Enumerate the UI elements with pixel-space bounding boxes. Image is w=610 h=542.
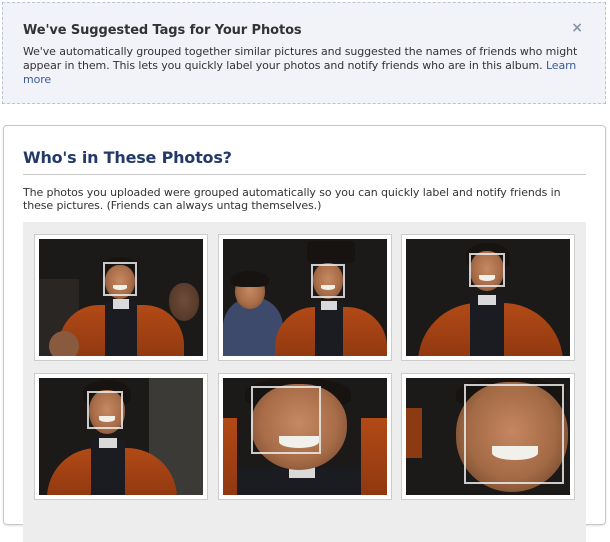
photo-image [223,378,387,495]
photo-grid [23,222,586,542]
photo-image [39,378,203,495]
gown-edge [361,418,387,495]
photo-image [406,239,570,356]
close-icon[interactable]: × [571,21,583,35]
photo-image [406,378,570,495]
photo-thumbnail[interactable] [401,373,575,500]
notice-text: We've automatically grouped together sim… [23,45,585,87]
who-is-in-photos-panel: Who's in These Photos? The photos you up… [3,125,606,542]
graduation-cap [307,241,355,263]
background-face [169,283,199,321]
photo-thumbnail[interactable] [34,234,208,361]
face-box[interactable] [469,253,505,287]
face-box[interactable] [251,386,321,454]
notice-title: We've Suggested Tags for Your Photos [23,23,302,38]
panel-title: Who's in These Photos? [23,148,232,167]
photo-thumbnail[interactable] [34,373,208,500]
suit [315,303,343,356]
notice-body: We've automatically grouped together sim… [23,45,578,72]
background-hair [231,271,269,287]
face-box[interactable] [464,384,564,484]
suit [105,301,137,356]
face-box[interactable] [87,391,123,429]
face-box[interactable] [311,264,345,298]
face-box[interactable] [103,262,137,296]
panel-description: The photos you uploaded were grouped aut… [23,186,561,212]
photo-thumbnail[interactable] [401,234,575,361]
collar [478,295,496,305]
collar [113,299,129,309]
photo-image [223,239,387,356]
panel-divider [23,174,586,175]
suit [91,440,125,495]
gown-edge [223,418,237,495]
photo-thumbnail[interactable] [218,373,392,500]
photo-thumbnail[interactable] [218,234,392,361]
child-face [49,331,79,356]
suit [470,297,504,356]
background-orange [406,408,422,458]
collar [99,438,117,448]
photo-image [39,239,203,356]
suggested-tags-notice: We've Suggested Tags for Your Photos We'… [2,2,606,104]
collar [321,301,337,310]
